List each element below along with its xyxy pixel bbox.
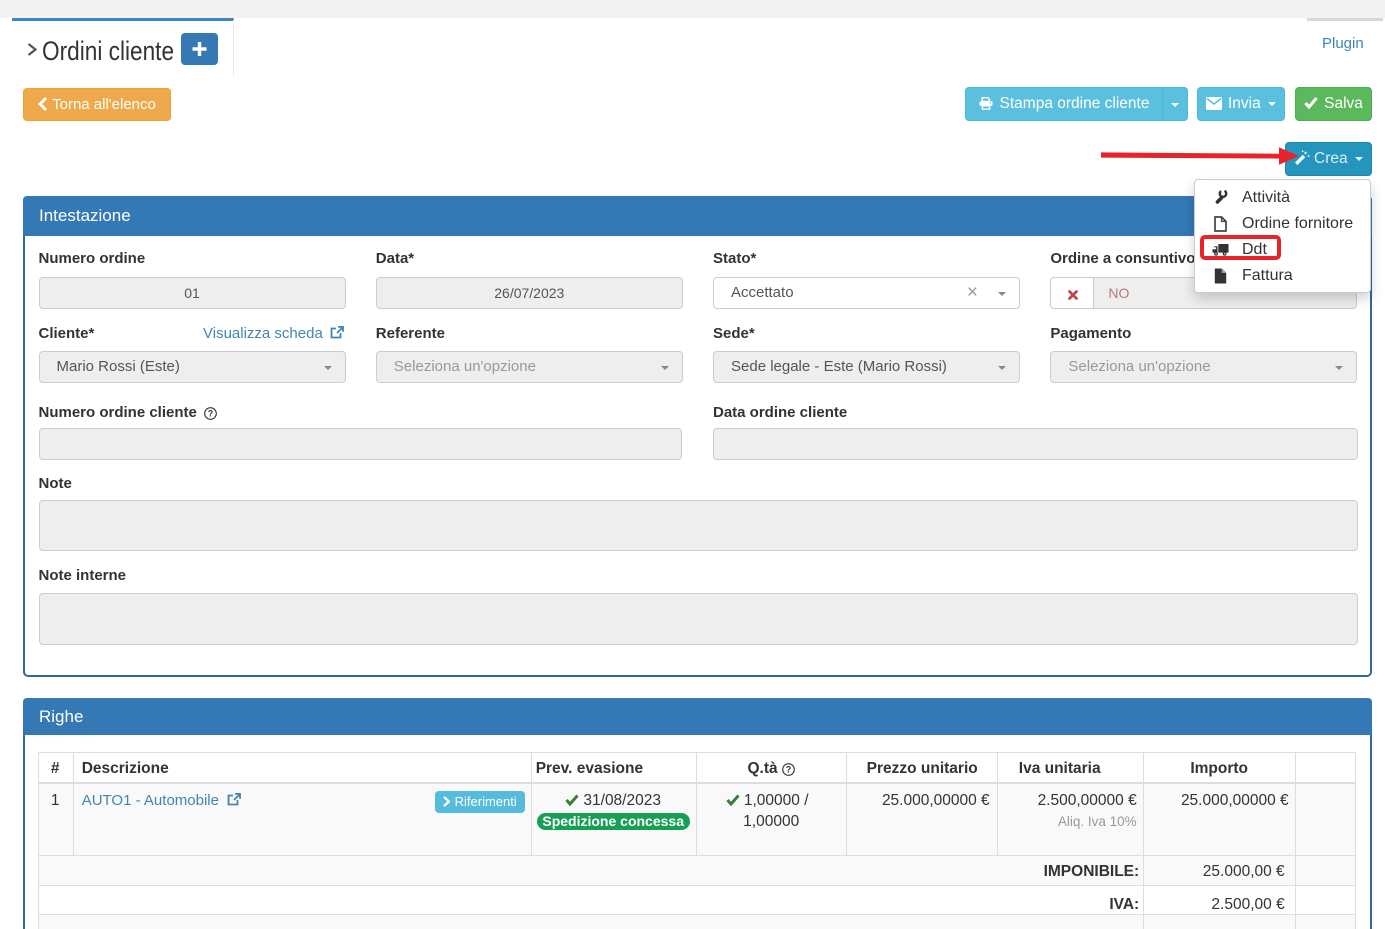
svg-text:?: ?	[786, 764, 792, 774]
svg-text:?: ?	[208, 408, 214, 418]
